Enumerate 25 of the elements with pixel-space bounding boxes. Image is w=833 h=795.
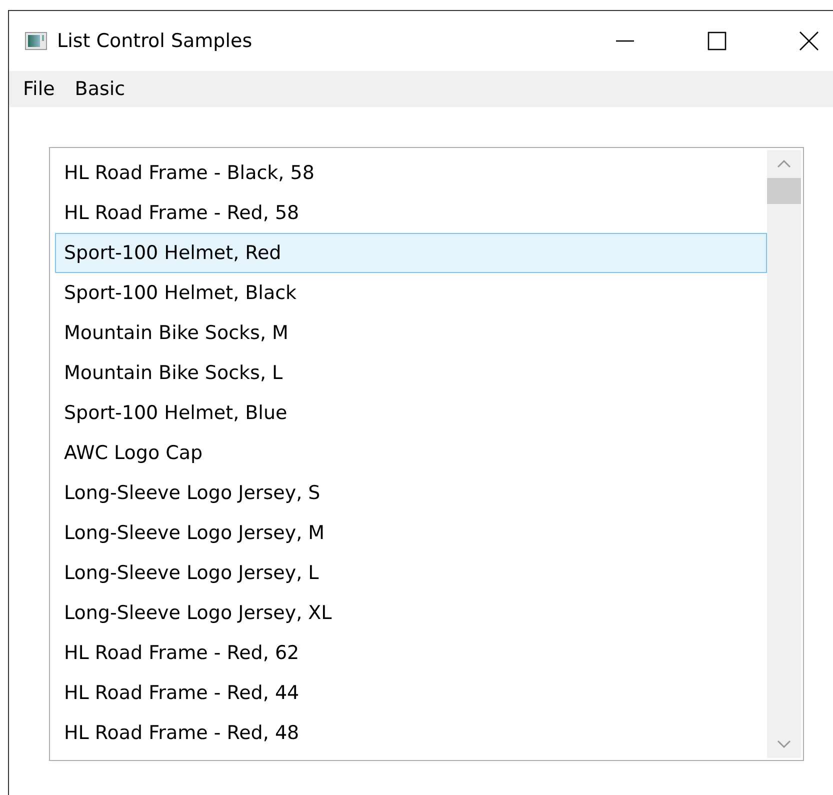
list-item[interactable]: Sport-100 Helmet, Blue xyxy=(55,393,767,433)
list-item[interactable]: Sport-100 Helmet, Red xyxy=(55,233,767,273)
scrollbar[interactable] xyxy=(767,150,801,758)
menu-item[interactable]: File xyxy=(15,78,63,100)
list-item[interactable]: Sport-100 Helmet, Black xyxy=(55,273,767,313)
list-item[interactable]: HL Road Frame - Red, 48 xyxy=(55,713,767,753)
list-item[interactable]: HL Road Frame - Red, 44 xyxy=(55,673,767,713)
list-item[interactable]: HL Road Frame - Red, 62 xyxy=(55,633,767,673)
list-item[interactable]: Long-Sleeve Logo Jersey, L xyxy=(55,553,767,593)
list-item[interactable]: HL Road Frame - Red, 58 xyxy=(55,193,767,233)
scroll-up-icon[interactable] xyxy=(777,160,791,168)
list-item[interactable]: Mountain Bike Socks, M xyxy=(55,313,767,353)
list-item[interactable]: Mountain Bike Socks, L xyxy=(55,353,767,393)
scroll-down-icon[interactable] xyxy=(777,740,791,748)
maximize-icon[interactable] xyxy=(707,31,727,51)
close-icon[interactable] xyxy=(799,31,819,51)
window-title: List Control Samples xyxy=(57,30,252,52)
list-item[interactable]: Long-Sleeve Logo Jersey, XL xyxy=(55,593,767,633)
list-item[interactable]: Long-Sleeve Logo Jersey, S xyxy=(55,473,767,513)
list-item[interactable]: AWC Logo Cap xyxy=(55,433,767,473)
scroll-thumb[interactable] xyxy=(767,178,801,204)
list-item[interactable]: HL Road Frame - Black, 58 xyxy=(55,153,767,193)
menu-item[interactable]: Basic xyxy=(66,78,134,100)
app-icon xyxy=(25,32,47,50)
list-item[interactable]: Long-Sleeve Logo Jersey, M xyxy=(55,513,767,553)
